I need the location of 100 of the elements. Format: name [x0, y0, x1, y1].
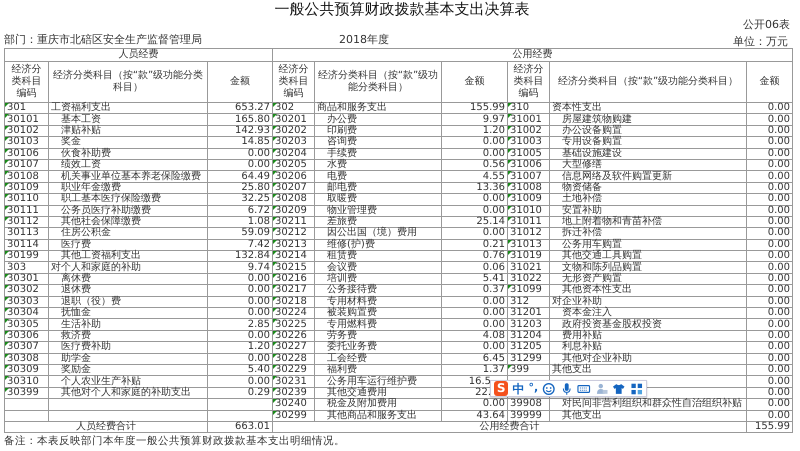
amount-cell: 0.00 — [442, 148, 508, 160]
code-cell: 30114 — [4, 239, 48, 251]
subject-cell: 公务员医疗补助缴费 — [48, 205, 208, 216]
code-cell: 399 — [508, 364, 550, 376]
code-cell: 31007 — [508, 170, 550, 182]
code-cell: 30307 — [4, 342, 48, 354]
code-cell: 30106 — [4, 148, 48, 160]
amount-cell: 155.99 — [442, 102, 508, 114]
subject-cell: 医疗费补助 — [48, 342, 208, 354]
punctuation-toggle[interactable]: °, — [528, 380, 538, 397]
shirt-icon[interactable] — [612, 382, 626, 396]
subject-cell: 专用设备购置 — [550, 136, 746, 148]
amount-cell: 25.14 — [442, 216, 508, 228]
subject-cell: 伙食补助费 — [48, 148, 208, 160]
subject-cell: 无形资产购置 — [550, 273, 746, 285]
code-cell: 30201 — [272, 114, 314, 126]
amount-cell: 0.00 — [746, 170, 792, 182]
column-header: 金额 — [746, 62, 792, 102]
amount-cell: 0.00 — [442, 194, 508, 206]
subject-cell: 对个人和家庭的补助 — [48, 262, 208, 274]
subject-cell: 其他支出 — [550, 410, 746, 422]
code-cell: 310 — [508, 102, 550, 114]
code-cell: 30110 — [4, 194, 48, 206]
amount-cell: 142.93 — [208, 125, 272, 137]
subject-cell: 对企业补助 — [550, 296, 746, 308]
subject-cell: 救济费 — [48, 330, 208, 342]
subject-cell: 津贴补贴 — [48, 125, 208, 137]
code-cell: 30204 — [272, 148, 314, 160]
subject-cell: 地上附着物和青苗补偿 — [550, 216, 746, 228]
amount-cell: 25.80 — [208, 182, 272, 194]
subject-cell: 土地补偿 — [550, 194, 746, 206]
subject-cell: 被装购置费 — [314, 308, 442, 319]
code-cell: 30208 — [272, 194, 314, 206]
code-cell: 30212 — [272, 228, 314, 240]
total-label: 公用经费合计 — [272, 421, 746, 433]
subject-cell: 公务用车购置 — [550, 239, 746, 251]
input-mode-toggle[interactable]: 中 — [512, 380, 524, 398]
amount-cell: 0.00 — [442, 398, 508, 410]
code-cell: 39999 — [508, 410, 550, 422]
amount-cell: 0.21 — [442, 239, 508, 251]
amount-cell: 5.41 — [442, 273, 508, 285]
subject-cell: 公务用车运行维护费 — [314, 376, 442, 388]
amount-cell: 0.00 — [442, 296, 508, 308]
subject-cell: 其他对个人和家庭的补助支出 — [48, 387, 208, 399]
ime-logo[interactable]: S — [494, 381, 508, 396]
amount-cell: 1.37 — [442, 364, 508, 376]
subject-cell: 利息补贴 — [550, 342, 746, 354]
group-header: 人员经费 — [4, 48, 272, 62]
subject-cell: 退职（役）费 — [48, 296, 208, 308]
subject-cell: 物业管理费 — [314, 205, 442, 216]
amount-cell: 0.00 — [208, 148, 272, 160]
code-cell: 31011 — [508, 216, 550, 228]
amount-cell: 0.00 — [208, 273, 272, 285]
column-header: 经济分类科目编码 — [4, 62, 48, 102]
code-cell: 30303 — [4, 296, 48, 308]
subject-cell: 安置补助 — [550, 205, 746, 216]
amount-cell: 13.36 — [442, 182, 508, 194]
code-cell: 302 — [272, 102, 314, 114]
code-cell: 31003 — [508, 136, 550, 148]
amount-cell: 0.00 — [746, 398, 792, 410]
code-cell: 31099 — [508, 284, 550, 296]
amount-cell: 0.00 — [746, 239, 792, 251]
subject-cell: 政府投资基金股权投资 — [550, 318, 746, 330]
subject-cell: 福利费 — [314, 364, 442, 376]
subject-cell: 对民间非营利组织和群众性自治组织补贴 — [550, 398, 746, 410]
subject-cell: 绩效工资 — [48, 159, 208, 171]
code-cell: 31019 — [508, 250, 550, 262]
code-cell: 30202 — [272, 125, 314, 137]
amount-cell: 1.20 — [208, 342, 272, 354]
code-cell: 31006 — [508, 159, 550, 171]
code-cell: 30228 — [272, 353, 314, 364]
smiley-icon[interactable] — [542, 382, 556, 396]
amount-cell: 0.00 — [442, 342, 508, 354]
code-cell: 30203 — [272, 136, 314, 148]
total-amount: 663.01 — [208, 421, 272, 433]
code-cell: 30306 — [4, 330, 48, 342]
amount-cell: 0.00 — [746, 102, 792, 114]
code-cell: 303 — [4, 262, 48, 274]
amount-cell: 0.00 — [208, 330, 272, 342]
subject-cell: 基本工资 — [48, 114, 208, 126]
amount-cell: 0.00 — [746, 308, 792, 319]
amount-cell: 0.00 — [746, 228, 792, 240]
code-cell: 30305 — [4, 318, 48, 330]
subject-cell: 住房公积金 — [48, 228, 208, 240]
subject-cell: 工会经费 — [314, 353, 442, 364]
amount-cell: 0.00 — [442, 205, 508, 216]
amount-cell: 6.45 — [442, 353, 508, 364]
subject-cell: 劳务费 — [314, 330, 442, 342]
subject-cell: 水费 — [314, 159, 442, 171]
amount-cell: 1.08 — [208, 216, 272, 228]
code-cell: 30310 — [4, 376, 48, 388]
form-number: 公开06表 — [743, 18, 790, 31]
subject-cell: 奖金 — [48, 136, 208, 148]
subject-cell: 其他支出 — [550, 364, 746, 376]
code-cell: 31022 — [508, 273, 550, 285]
amount-cell: 5.40 — [208, 364, 272, 376]
code-cell: 30107 — [4, 159, 48, 171]
grid-icon[interactable] — [630, 382, 644, 396]
code-cell: 30308 — [4, 353, 48, 364]
subject-cell: 信息网络及软件购置更新 — [550, 170, 746, 182]
